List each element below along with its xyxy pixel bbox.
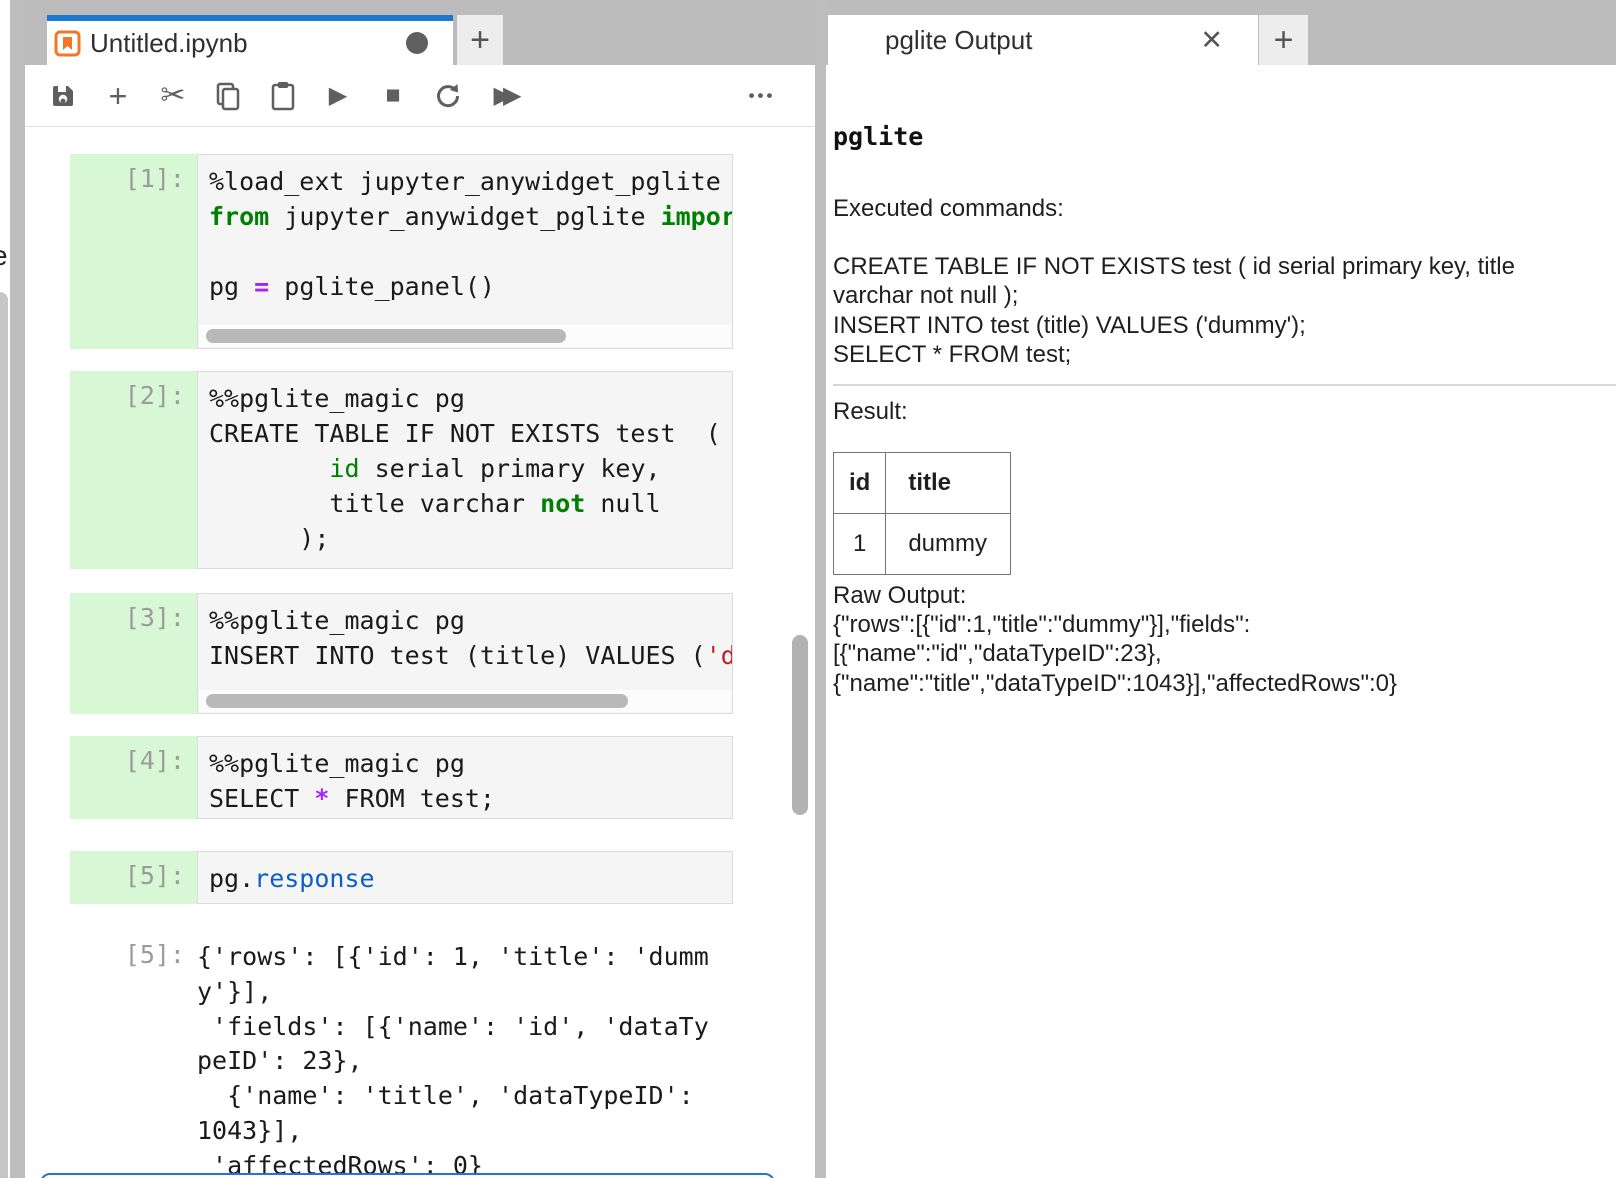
code-cell-2[interactable]: [2]: %%pglite_magic pg CREATE TABLE IF NO…	[70, 371, 733, 569]
notebook-toolbar: + ✂ ▶ ■ ▶▶ •••	[25, 65, 815, 127]
add-cell-icon[interactable]: +	[103, 79, 133, 113]
clipped-background-text: e	[0, 240, 8, 272]
pglite-heading: pglite	[833, 122, 924, 151]
executed-commands-label: Executed commands:	[833, 195, 1064, 222]
pglite-output-content: pglite Executed commands: CREATE TABLE I…	[826, 65, 1616, 1178]
paste-icon[interactable]	[268, 79, 298, 113]
code-cell-1[interactable]: [1]: %load_ext jupyter_anywidget_pglite f…	[70, 154, 733, 349]
panel-divider[interactable]	[815, 0, 826, 1178]
cell-output-block: [5]: {'rows': [{'id': 1, 'title': 'dumm …	[70, 928, 733, 1178]
window-edge-divider	[10, 0, 25, 1178]
restart-icon[interactable]	[433, 79, 463, 113]
background-window-sliver: e	[0, 0, 10, 1178]
notebook-tab-title: Untitled.ipynb	[90, 27, 248, 58]
result-table-header-id: id	[832, 451, 887, 514]
cell-hscrollbar-thumb[interactable]	[206, 694, 628, 708]
copy-icon[interactable]	[213, 79, 243, 113]
notebook-tabbar: Untitled.ipynb +	[25, 0, 815, 65]
new-empty-cell[interactable]	[40, 1173, 775, 1178]
notebook-scrollbar-thumb[interactable]	[792, 635, 808, 815]
run-icon[interactable]: ▶	[323, 79, 353, 113]
section-divider	[833, 383, 1616, 386]
notebook-icon	[54, 30, 81, 56]
cell-hscrollbar-thumb[interactable]	[206, 329, 566, 343]
cell-prompt: [4]:	[70, 736, 197, 819]
cut-icon[interactable]: ✂	[158, 79, 188, 113]
tab-pglite-output[interactable]: pglite Output ✕	[828, 15, 1258, 65]
cell-editor[interactable]: %load_ext jupyter_anywidget_pglite from …	[197, 154, 733, 349]
result-table-cell-id: 1	[832, 512, 887, 575]
close-icon[interactable]: ✕	[1200, 24, 1223, 56]
notebook-panel: Untitled.ipynb + + ✂ ▶ ■ ▶▶ ••• [5]: {'rows':…	[25, 0, 815, 1178]
cell-editor[interactable]: %%pglite_magic pg CREATE TABLE IF NOT EX…	[197, 371, 733, 569]
output-text: {'rows': [{'id': 1, 'title': 'dumm y'}],…	[197, 942, 709, 1178]
cell-editor[interactable]: %%pglite_magic pg INSERT INTO test (titl…	[197, 593, 733, 714]
executed-commands-text: CREATE TABLE IF NOT EXISTS test ( id ser…	[833, 253, 1515, 369]
output-prompt: [5]:	[124, 940, 185, 969]
stop-icon[interactable]: ■	[378, 79, 408, 113]
code-cell-5[interactable]: [5]: pg.response	[70, 851, 733, 904]
result-table: id title 1 dummy	[832, 451, 1012, 575]
new-tab-button-right[interactable]: +	[1259, 15, 1308, 65]
raw-output-text: Raw Output: {"rows":[{"id":1,"title":"du…	[833, 581, 1398, 697]
new-tab-button[interactable]: +	[457, 15, 503, 65]
notebook-cells-area[interactable]: [5]: {'rows': [{'id': 1, 'title': 'dumm …	[25, 128, 815, 1178]
result-table-header-title: title	[885, 451, 1012, 514]
cell-prompt: [1]:	[70, 154, 197, 349]
code-cell-3[interactable]: [3]: %%pglite_magic pg INSERT INTO test (…	[70, 593, 733, 714]
more-icon[interactable]: •••	[747, 79, 777, 113]
unsaved-changes-dot	[406, 32, 428, 54]
code-cell-4[interactable]: [4]: %%pglite_magic pg SELECT * FROM test…	[70, 736, 733, 819]
cell-editor[interactable]: %%pglite_magic pg SELECT * FROM test;	[197, 736, 733, 819]
output-tabbar: pglite Output ✕ +	[826, 0, 1616, 65]
cell-prompt: [5]:	[70, 851, 197, 904]
result-label: Result:	[833, 397, 908, 425]
background-scrollbar-thumb[interactable]	[0, 292, 8, 1178]
output-tab-title: pglite Output	[885, 24, 1033, 55]
result-table-cell-title: dummy	[885, 512, 1012, 575]
pglite-output-panel: pglite Output ✕ + pglite Executed comman…	[826, 0, 1616, 1178]
save-icon[interactable]	[48, 79, 78, 113]
tab-untitled-ipynb[interactable]: Untitled.ipynb	[47, 15, 453, 65]
cell-editor[interactable]: pg.response	[197, 851, 733, 904]
table-row: 1 dummy	[832, 512, 1012, 575]
cell-prompt: [3]:	[70, 593, 197, 714]
run-all-icon[interactable]: ▶▶	[488, 79, 527, 113]
cell-prompt: [2]:	[70, 371, 197, 569]
